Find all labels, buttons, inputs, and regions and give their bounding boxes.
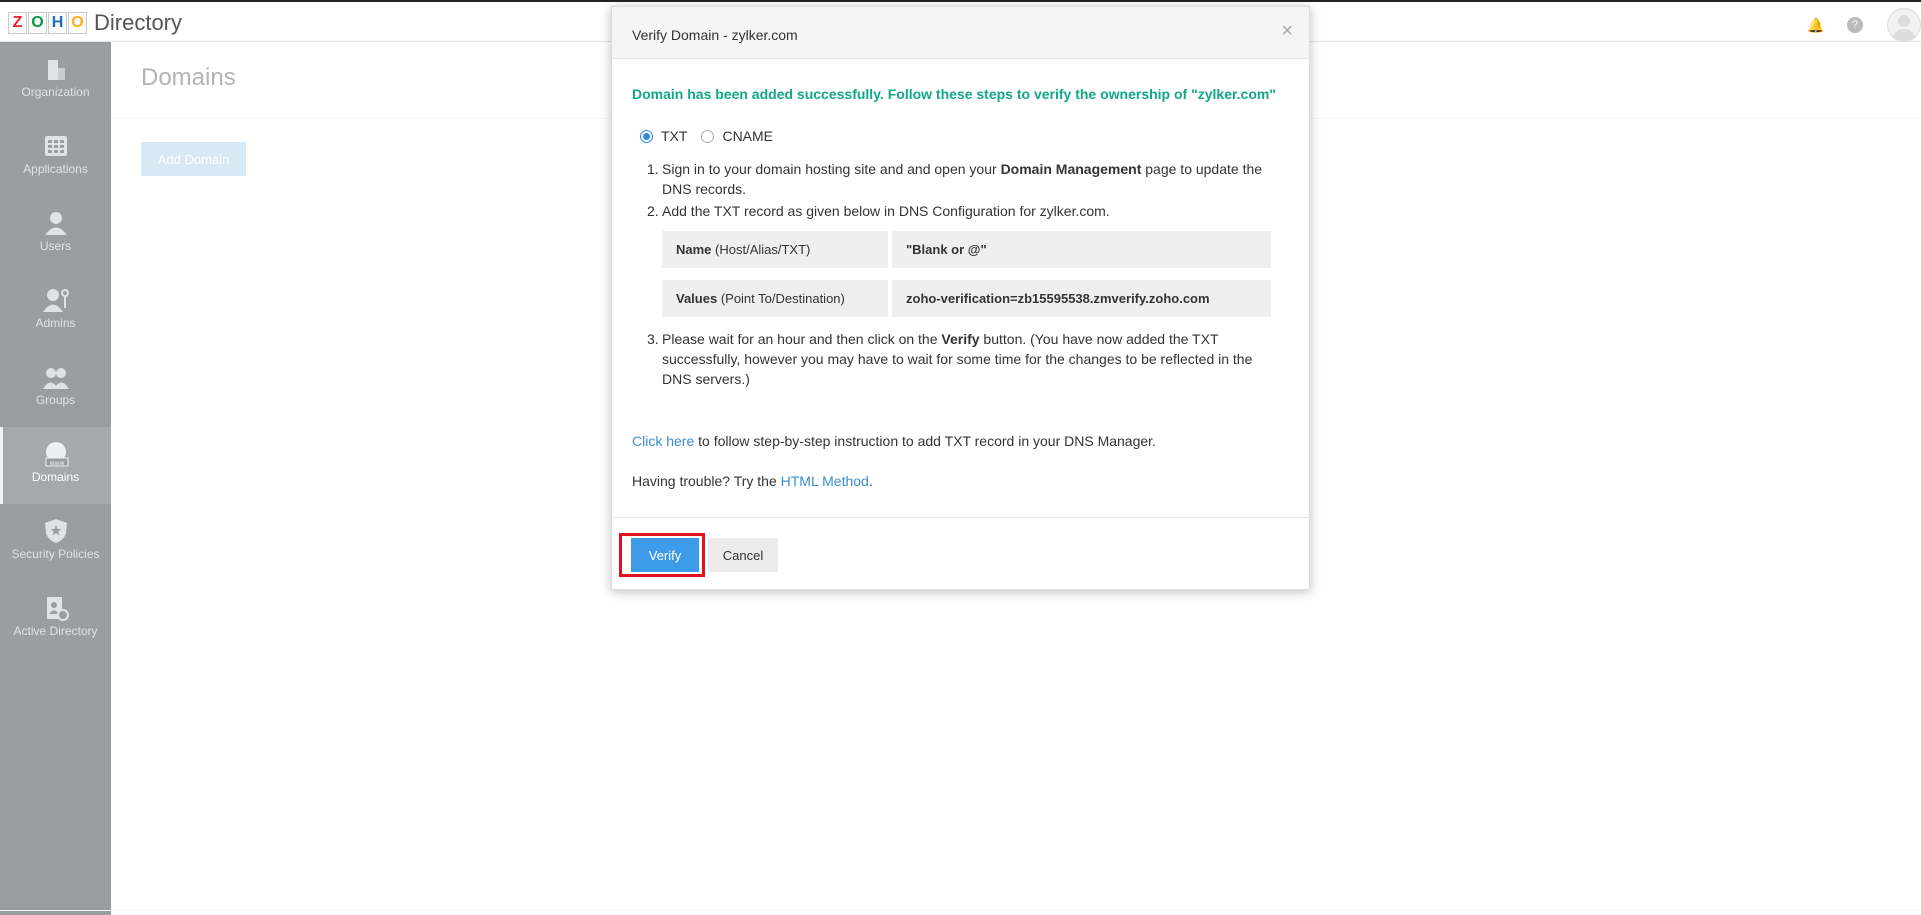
dns-value[interactable]: zoho-verification=zb15595538.zmverify.zo… bbox=[892, 280, 1271, 317]
dns-value[interactable]: "Blank or @" bbox=[892, 231, 1271, 268]
instruction-steps: 1. Sign in to your domain hosting site a… bbox=[647, 159, 1277, 389]
footer-divider bbox=[0, 910, 1921, 911]
user-icon bbox=[44, 212, 67, 235]
sidebar-item-label: Users bbox=[39, 239, 72, 253]
step-text: Sign in to your domain hosting site and … bbox=[662, 161, 1001, 177]
avatar[interactable] bbox=[1887, 8, 1921, 42]
cname-radio-label[interactable]: CNAME bbox=[722, 128, 773, 144]
sidebar-item-admins[interactable]: Admins bbox=[0, 273, 111, 350]
click-here-link[interactable]: Click here bbox=[632, 433, 694, 449]
sidebar: Organization Applications Users Admins G… bbox=[0, 42, 111, 915]
bell-icon[interactable]: 🔔 bbox=[1807, 17, 1824, 33]
verify-domain-dialog: Verify Domain - zylker.com × Domain has … bbox=[611, 6, 1310, 590]
dns-record-table: Name (Host/Alias/TXT) "Blank or @" Value… bbox=[662, 231, 1277, 317]
groups-icon bbox=[42, 368, 69, 389]
topbar-icons: 🔔 ? bbox=[1807, 8, 1921, 42]
dns-key-bold: Values bbox=[676, 291, 718, 306]
cancel-button[interactable]: Cancel bbox=[708, 538, 778, 572]
step-number: 3. bbox=[647, 331, 659, 347]
success-message: Domain has been added successfully. Foll… bbox=[632, 86, 1276, 102]
trouble-text: Having trouble? Try the bbox=[632, 473, 781, 489]
step-3: 3. Please wait for an hour and then clic… bbox=[647, 329, 1277, 389]
txt-radio-label[interactable]: TXT bbox=[661, 128, 687, 144]
sidebar-item-groups[interactable]: Groups bbox=[0, 350, 111, 427]
globe-www-icon: www bbox=[45, 442, 68, 467]
sidebar-item-label: Groups bbox=[35, 393, 76, 407]
click-here-line: Click here to follow step-by-step instru… bbox=[632, 433, 1156, 449]
dns-row-name: Name (Host/Alias/TXT) "Blank or @" bbox=[662, 231, 1277, 268]
dns-key-bold: Name bbox=[676, 242, 712, 257]
trouble-line: Having trouble? Try the HTML Method. bbox=[632, 473, 873, 489]
sidebar-item-label: Applications bbox=[23, 162, 88, 176]
sidebar-item-label: Active Directory bbox=[13, 624, 98, 638]
sidebar-item-active-directory[interactable]: Active Directory bbox=[0, 581, 111, 658]
dns-row-values: Values (Point To/Destination) zoho-verif… bbox=[662, 280, 1277, 317]
html-method-link[interactable]: HTML Method bbox=[781, 473, 869, 489]
click-here-text: to follow step-by-step instruction to ad… bbox=[694, 433, 1156, 449]
step-number: 1. bbox=[647, 161, 659, 177]
help-icon[interactable]: ? bbox=[1847, 17, 1863, 33]
sidebar-item-label: Admins bbox=[35, 316, 76, 330]
logo-letter-o1: O bbox=[28, 12, 47, 34]
cname-radio[interactable] bbox=[701, 129, 715, 143]
svg-text:www: www bbox=[49, 460, 64, 467]
step-2: 2. Add the TXT record as given below in … bbox=[647, 201, 1277, 221]
applications-grid-icon bbox=[44, 136, 67, 156]
step-bold: Domain Management bbox=[1000, 161, 1142, 177]
sidebar-item-label: Security Policies bbox=[11, 547, 100, 561]
sidebar-item-applications[interactable]: Applications bbox=[0, 119, 111, 196]
dialog-title: Verify Domain - zylker.com bbox=[632, 27, 798, 43]
step-text: Please wait for an hour and then click o… bbox=[662, 331, 942, 347]
trouble-text-end: . bbox=[868, 473, 873, 489]
sidebar-item-users[interactable]: Users bbox=[0, 196, 111, 273]
dns-key-rest: (Host/Alias/TXT) bbox=[711, 242, 811, 257]
sidebar-item-security-policies[interactable]: Security Policies bbox=[0, 504, 111, 581]
sidebar-item-organization[interactable]: Organization bbox=[0, 42, 111, 119]
active-directory-icon bbox=[46, 597, 69, 621]
step-number: 2. bbox=[647, 203, 659, 219]
dns-key: Name (Host/Alias/TXT) bbox=[662, 231, 888, 268]
dns-key-rest: (Point To/Destination) bbox=[717, 291, 845, 306]
step-bold: Verify bbox=[941, 331, 980, 347]
zoho-logo[interactable]: Z O H O Directory bbox=[8, 10, 183, 35]
app-title: Directory bbox=[94, 10, 183, 35]
sidebar-item-label: Domains bbox=[31, 470, 80, 484]
admin-key-icon bbox=[42, 289, 69, 312]
txt-radio[interactable] bbox=[640, 129, 653, 143]
close-icon[interactable]: × bbox=[1281, 21, 1293, 41]
dns-key: Values (Point To/Destination) bbox=[662, 280, 888, 317]
record-type-selector: TXT CNAME bbox=[640, 128, 787, 144]
add-domain-button[interactable]: Add Domain bbox=[141, 142, 246, 176]
verify-button[interactable]: Verify bbox=[631, 538, 699, 572]
logo-letter-h: H bbox=[48, 12, 67, 34]
logo-letter-o2: O bbox=[68, 12, 87, 34]
organization-icon bbox=[47, 60, 65, 80]
dialog-header: Verify Domain - zylker.com × bbox=[612, 7, 1309, 59]
sidebar-item-label: Organization bbox=[21, 85, 90, 99]
logo-letter-z: Z bbox=[8, 12, 27, 34]
page-title: Domains bbox=[141, 64, 236, 91]
shield-star-icon bbox=[44, 519, 67, 543]
dialog-footer-divider bbox=[612, 517, 1309, 518]
step-1: 1. Sign in to your domain hosting site a… bbox=[647, 159, 1277, 197]
step-text: Add the TXT record as given below in DNS… bbox=[662, 203, 1110, 219]
sidebar-item-domains[interactable]: www Domains bbox=[0, 427, 111, 504]
